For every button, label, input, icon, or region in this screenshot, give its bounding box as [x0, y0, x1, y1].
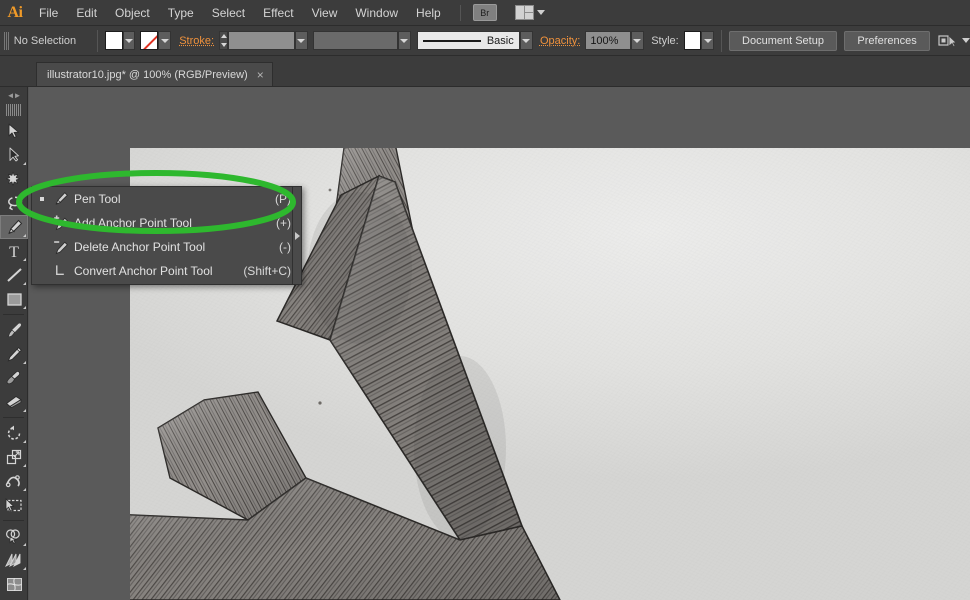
menu-bar: Ai File Edit Object Type Select Effect V… [0, 0, 970, 26]
tools-panel-grip[interactable] [6, 104, 21, 116]
flyout-item-add-anchor-point-tool[interactable]: Add Anchor Point Tool (+) [32, 211, 301, 235]
tools-divider [3, 314, 24, 315]
svg-text:T: T [9, 244, 19, 259]
menu-type[interactable]: Type [159, 0, 203, 26]
pen-tool[interactable] [0, 215, 28, 239]
document-tab-title: illustrator10.jpg* @ 100% (RGB/Preview) [47, 68, 248, 81]
menu-file[interactable]: File [30, 0, 67, 26]
convert-anchor-point-icon [48, 263, 74, 279]
document-tab[interactable]: illustrator10.jpg* @ 100% (RGB/Preview) … [36, 62, 273, 86]
flyout-label-pen-tool: Pen Tool [74, 192, 121, 206]
gradient-tool[interactable] [0, 596, 28, 600]
rotate-tool[interactable] [0, 421, 28, 445]
scale-tool[interactable] [0, 445, 28, 469]
arrange-documents-icon [514, 5, 534, 20]
preferences-button[interactable]: Preferences [844, 30, 930, 51]
brush-definition-field[interactable]: Basic [416, 31, 520, 50]
stroke-weight-stepper[interactable] [219, 31, 229, 50]
stroke-weight-field[interactable] [228, 31, 295, 50]
flyout-tearoff-strip[interactable] [292, 187, 301, 284]
add-anchor-point-icon [48, 215, 74, 231]
lasso-tool[interactable] [0, 191, 28, 215]
canvas-workspace[interactable] [29, 87, 970, 600]
tools-panel: ◄► T [0, 87, 28, 600]
app-logo: Ai [7, 3, 24, 21]
brush-stroke-preview [422, 39, 481, 42]
flyout-label-add-anchor-point-tool: Add Anchor Point Tool [74, 216, 192, 230]
menu-edit[interactable]: Edit [67, 0, 106, 26]
document-tab-bar: illustrator10.jpg* @ 100% (RGB/Preview) … [0, 56, 970, 87]
chevron-down-icon [536, 10, 545, 15]
width-tool[interactable] [0, 469, 28, 493]
opacity-field[interactable]: 100% [585, 31, 631, 50]
tools-divider-2 [3, 417, 24, 418]
line-segment-tool[interactable] [0, 263, 28, 287]
document-setup-button[interactable]: Document Setup [729, 30, 837, 51]
panel-grip[interactable] [4, 31, 10, 50]
stroke-weight-dropdown[interactable] [294, 31, 308, 50]
free-transform-tool[interactable] [0, 493, 28, 517]
eraser-tool[interactable] [0, 390, 28, 414]
fill-swatch[interactable] [104, 31, 123, 50]
graphic-style-dropdown[interactable] [701, 31, 715, 50]
direct-selection-tool[interactable] [0, 143, 28, 167]
stroke-label[interactable]: Stroke: [179, 35, 214, 47]
illustrator-window: Ai File Edit Object Type Select Effect V… [0, 0, 970, 600]
pen-tool-flyout-menu: Pen Tool (P) Add Anchor Point Tool (+) D… [31, 186, 302, 285]
style-label: Style: [651, 34, 679, 47]
stroke-profile-dropdown[interactable] [398, 31, 411, 50]
control-divider [97, 29, 98, 52]
menu-help[interactable]: Help [407, 0, 450, 26]
flyout-item-pen-tool[interactable]: Pen Tool (P) [32, 187, 301, 211]
graphic-style-swatch[interactable] [683, 31, 702, 50]
rectangle-tool[interactable] [0, 287, 28, 311]
delete-anchor-point-icon [48, 239, 74, 255]
type-tool[interactable]: T [0, 239, 28, 263]
flyout-item-convert-anchor-point-tool[interactable]: Convert Anchor Point Tool (Shift+C) [32, 259, 301, 283]
control-panel: No Selection Stroke: Basic Opacity: 100%… [0, 26, 970, 56]
selection-status: No Selection [13, 34, 77, 47]
perspective-grid-tool[interactable] [0, 548, 28, 572]
bridge-button[interactable]: Br [472, 4, 497, 21]
menu-view[interactable]: View [303, 0, 347, 26]
flyout-label-delete-anchor-point-tool: Delete Anchor Point Tool [74, 240, 206, 254]
arrange-documents-button[interactable] [514, 5, 545, 20]
menu-effect[interactable]: Effect [254, 0, 302, 26]
close-icon[interactable]: × [257, 69, 264, 81]
menu-window[interactable]: Window [346, 0, 407, 26]
select-similar-chevron-icon[interactable] [962, 38, 970, 43]
blob-brush-tool[interactable] [0, 366, 28, 390]
flyout-item-delete-anchor-point-tool[interactable]: Delete Anchor Point Tool (-) [32, 235, 301, 259]
pen-tool-icon [48, 191, 74, 207]
pencil-tool[interactable] [0, 342, 28, 366]
stroke-profile-field[interactable] [313, 31, 398, 50]
opacity-dropdown[interactable] [630, 31, 644, 50]
selected-indicator-icon [36, 197, 48, 201]
mesh-tool[interactable] [0, 572, 28, 596]
tools-panel-collapse[interactable]: ◄► [0, 87, 27, 104]
magic-wand-tool[interactable] [0, 167, 28, 191]
opacity-label[interactable]: Opacity: [540, 35, 580, 47]
brush-label: Basic [486, 34, 514, 47]
stroke-swatch[interactable] [140, 31, 159, 50]
stroke-dropdown[interactable] [158, 31, 171, 50]
shape-builder-tool[interactable] [0, 524, 28, 548]
menu-select[interactable]: Select [203, 0, 254, 26]
selection-tool[interactable] [0, 119, 28, 143]
tools-divider-3 [3, 520, 24, 521]
tear-off-arrow-icon [294, 231, 300, 240]
menu-object[interactable]: Object [106, 0, 159, 26]
control-divider-2 [721, 29, 723, 52]
brush-dropdown[interactable] [519, 31, 533, 50]
select-similar-objects-icon[interactable] [938, 33, 957, 49]
paintbrush-tool[interactable] [0, 318, 28, 342]
flyout-label-convert-anchor-point-tool: Convert Anchor Point Tool [74, 264, 213, 278]
menu-divider [459, 4, 461, 21]
fill-dropdown[interactable] [122, 31, 136, 50]
